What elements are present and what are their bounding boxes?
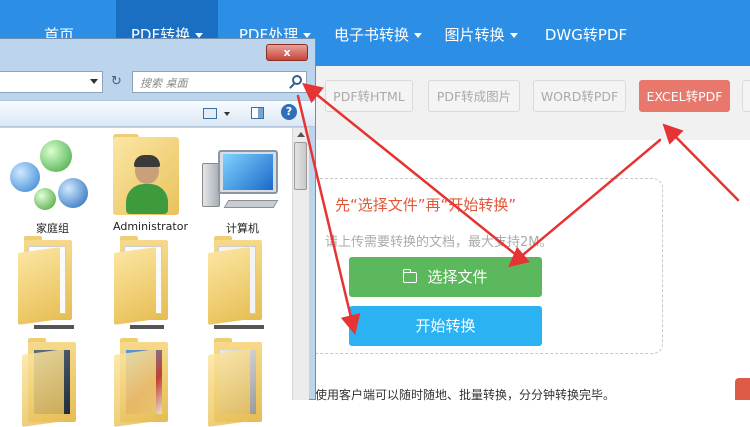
- arrow-to-choose-button: [508, 138, 662, 268]
- arrow-to-search: [302, 82, 522, 260]
- arrow-to-start-button: [296, 94, 361, 335]
- arrow-to-excel-button: [662, 123, 740, 202]
- annotation-arrows: [296, 82, 740, 335]
